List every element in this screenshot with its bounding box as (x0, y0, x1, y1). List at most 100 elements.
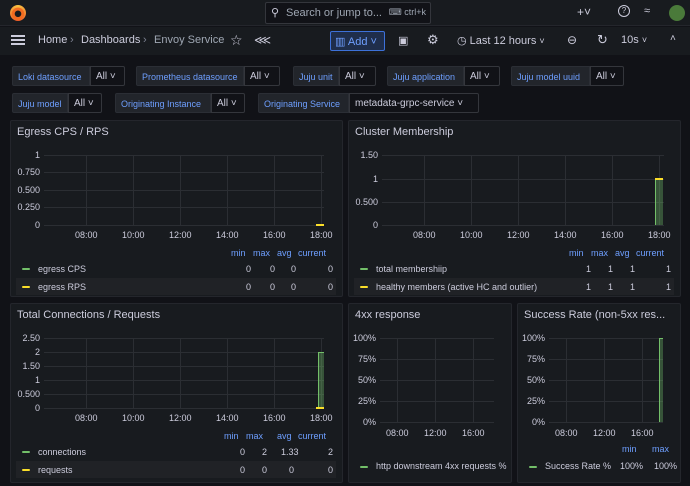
legend-item-success-rate[interactable]: Success Rate % (545, 461, 611, 471)
legend-header-avg[interactable]: avg (615, 248, 630, 258)
add-button[interactable]: ▥ Add ˅ (330, 31, 385, 51)
grid-line (473, 338, 474, 422)
breadcrumb-separator: › (70, 34, 74, 46)
breadcrumb-dashboards[interactable]: Dashboards (81, 34, 140, 46)
legend-header-current[interactable]: current (298, 248, 326, 258)
zoom-out-icon[interactable]: ⊖ (567, 33, 577, 47)
x-tick: 10:00 (460, 230, 483, 240)
grid-line (133, 155, 134, 225)
series-line-cluster (655, 178, 663, 180)
legend-value: 0 (328, 282, 334, 292)
legend-header-min[interactable]: min (224, 431, 239, 441)
legend-value: 100% (620, 461, 644, 471)
refresh-interval-picker[interactable]: 10s ˅ (621, 34, 647, 46)
legend-item-connections[interactable]: connections (38, 447, 86, 457)
legend-header-min[interactable]: min (569, 248, 584, 258)
star-icon[interactable]: ☆ (230, 32, 243, 49)
grid-line (604, 338, 605, 422)
search-input[interactable]: ⚲ Search or jump to... ⌨ ctrl+k (265, 2, 431, 24)
legend-value: 0 (291, 282, 297, 292)
grid-line (566, 338, 567, 422)
var-select-juju-model[interactable]: All ˅ (68, 93, 102, 113)
var-select-originating-instance[interactable]: All ˅ (211, 93, 245, 113)
var-label-prometheus: Prometheus datasource (136, 66, 244, 86)
x-tick: 18:00 (310, 413, 333, 423)
panel-title[interactable]: Egress CPS / RPS (17, 126, 109, 138)
legend-header-current[interactable]: current (636, 248, 664, 258)
settings-gear-icon[interactable]: ⚙ (427, 32, 439, 48)
y-tick: 0% (362, 417, 376, 427)
var-select-juju-application[interactable]: All ˅ (464, 66, 500, 86)
help-icon[interactable]: ? (618, 5, 630, 17)
grid-line (227, 338, 228, 408)
var-select-originating-service[interactable]: metadata-grpc-service ˅ (349, 93, 479, 113)
legend-value: 100% (654, 461, 678, 471)
time-picker[interactable]: ◷ Last 12 hours ˅ (457, 34, 545, 47)
search-icon: ⚲ (271, 7, 280, 19)
save-icon[interactable]: ▣ (398, 34, 408, 47)
legend-item-total-membership[interactable]: total membershiip (376, 264, 447, 274)
grid-line (180, 155, 181, 225)
var-label-juju-model: Juju model (12, 93, 68, 113)
breadcrumb-home[interactable]: Home (38, 34, 67, 46)
legend-value: 0 (270, 264, 276, 274)
series-line-egress (316, 224, 324, 226)
share-icon[interactable]: ⋘ (254, 33, 271, 47)
var-select-juju-model-uuid[interactable]: All ˅ (590, 66, 624, 86)
y-tick: 75% (526, 354, 545, 364)
legend-value: 0 (291, 264, 297, 274)
var-select-prometheus[interactable]: All ˅ (244, 66, 280, 86)
legend-item-healthy-members[interactable]: healthy members (active HC and outlier) (376, 282, 537, 292)
legend-swatch (22, 286, 30, 288)
legend-header-min[interactable]: min (231, 248, 246, 258)
var-select-loki[interactable]: All ˅ (90, 66, 125, 86)
y-tick: 0.500 (355, 197, 378, 207)
legend-header-avg[interactable]: avg (277, 248, 292, 258)
legend-header-max[interactable]: max (246, 431, 263, 441)
grid-line (518, 155, 519, 225)
refresh-icon[interactable]: ↻ (597, 32, 608, 48)
legend-swatch (22, 469, 30, 471)
legend-value: 1 (666, 264, 672, 274)
grafana-logo[interactable] (10, 5, 26, 21)
panel-title[interactable]: Success Rate (non-5xx res... (524, 309, 665, 321)
grid-line (549, 422, 663, 423)
var-label-juju-unit: Juju unit (293, 66, 339, 86)
panel-title[interactable]: Total Connections / Requests (17, 309, 160, 321)
rss-icon[interactable]: ≈ (644, 5, 650, 17)
legend-header-avg[interactable]: avg (277, 431, 292, 441)
panel-title[interactable]: 4xx response (355, 309, 420, 321)
legend-header-max[interactable]: max (591, 248, 608, 258)
grid-line (86, 155, 87, 225)
legend-header-max[interactable]: max (253, 248, 270, 258)
legend-header-min[interactable]: min (622, 444, 637, 454)
var-label-loki: Loki datasource (12, 66, 90, 86)
legend-item-requests[interactable]: requests (38, 465, 73, 475)
var-select-juju-unit[interactable]: All ˅ (339, 66, 376, 86)
grid-line (44, 225, 324, 226)
grid-line (642, 338, 643, 422)
legend-item-4xx-requests[interactable]: http downstream 4xx requests % (376, 461, 507, 471)
legend-value: 1 (630, 264, 636, 274)
menu-icon[interactable] (11, 35, 25, 45)
legend-value: 1 (630, 282, 636, 292)
legend-value: 1 (608, 264, 614, 274)
legend-swatch (360, 466, 368, 468)
grid-line (565, 155, 566, 225)
new-plus-icon[interactable]: +˅ (577, 5, 591, 19)
avatar[interactable] (669, 5, 685, 21)
panel-title[interactable]: Cluster Membership (355, 126, 453, 138)
x-tick: 12:00 (424, 428, 447, 438)
legend-item-egress-rps[interactable]: egress RPS (38, 282, 86, 292)
y-tick: 0.500 (17, 185, 40, 195)
legend-item-egress-cps[interactable]: egress CPS (38, 264, 86, 274)
collapse-chevron-icon[interactable]: ˄ (670, 33, 676, 44)
grid-line (227, 155, 228, 225)
legend-swatch (360, 268, 368, 270)
x-tick: 12:00 (507, 230, 530, 240)
x-tick: 16:00 (631, 428, 654, 438)
legend-header-max[interactable]: max (652, 444, 669, 454)
grid-line (424, 155, 425, 225)
legend-header-current[interactable]: current (298, 431, 326, 441)
series-area-cluster (655, 179, 663, 225)
